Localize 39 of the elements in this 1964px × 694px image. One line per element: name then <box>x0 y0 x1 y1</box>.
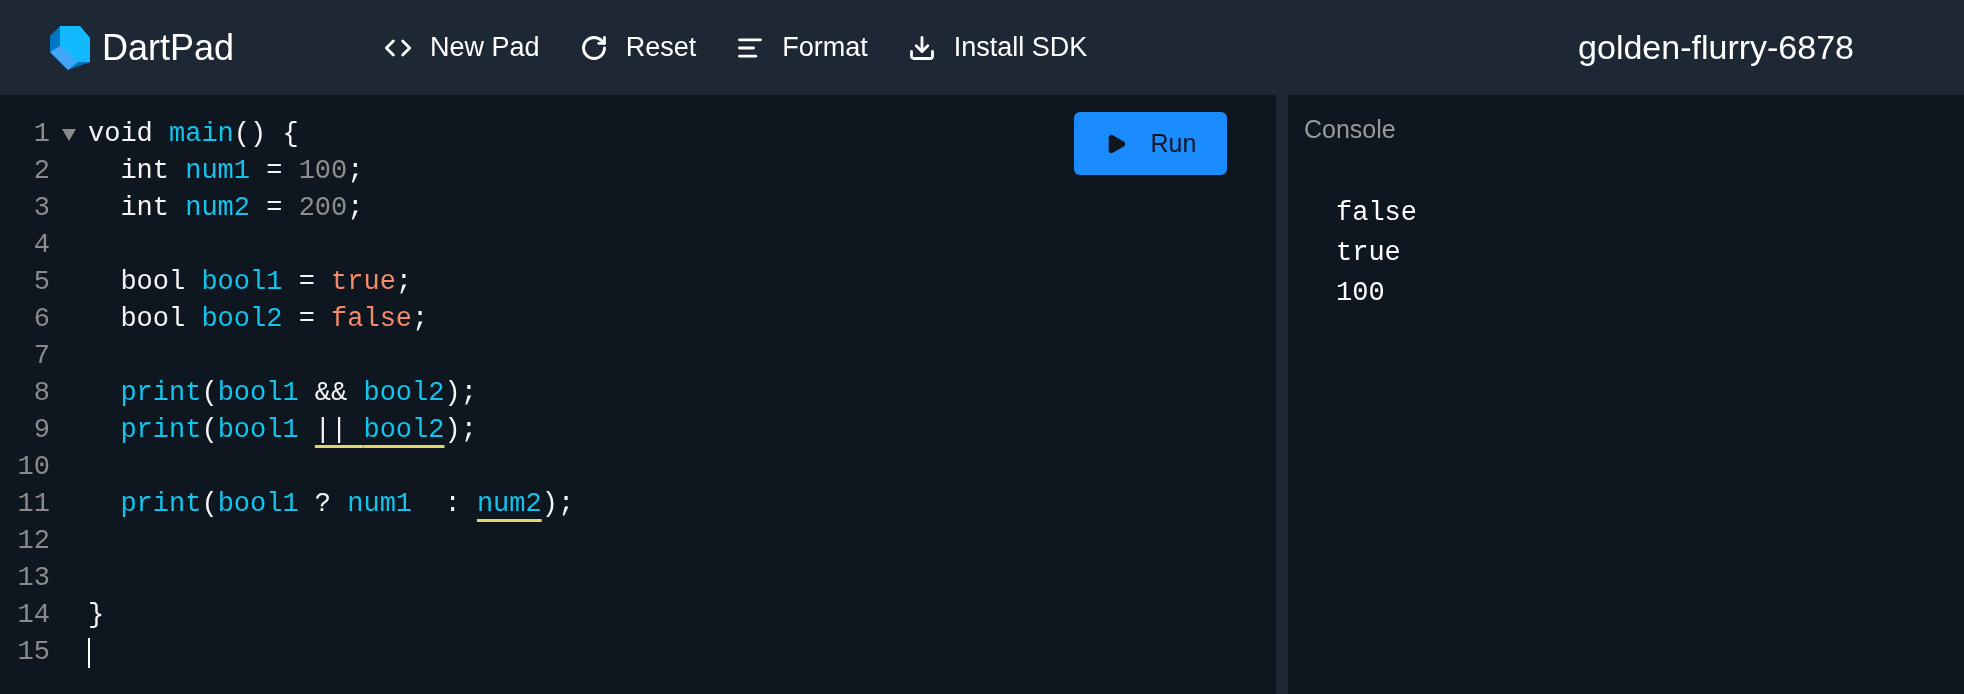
console-output-line: false <box>1336 196 1418 230</box>
code-line: print(bool1 || bool2); <box>119 417 477 444</box>
code-line: int num2 = 200; <box>119 195 364 222</box>
line-number: 11 <box>16 491 50 518</box>
line-number: 15 <box>16 639 50 666</box>
code-line: int num1 = 100; <box>119 158 364 185</box>
refresh-icon <box>579 33 608 62</box>
line-number: 10 <box>16 454 50 481</box>
code-line: bool bool2 = false; <box>119 306 429 333</box>
code-line: void main() { <box>88 121 299 148</box>
line-number: 14 <box>16 602 50 629</box>
toolbar-button[interactable]: Reset <box>579 27 697 68</box>
console-title: Console <box>1304 114 1397 145</box>
line-number: 6 <box>32 306 50 333</box>
toolbar-button[interactable]: Install SDK <box>907 27 1088 68</box>
line-number: 7 <box>32 343 50 370</box>
logo-icon <box>50 25 90 70</box>
line-number: 4 <box>32 232 50 259</box>
app-name: DartPad <box>102 25 235 70</box>
console-output-line: 100 <box>1336 276 1386 310</box>
console-output-line: true <box>1336 236 1402 270</box>
pad-name: golden-flurry-6878 <box>1578 27 1854 68</box>
line-number: 12 <box>16 528 50 555</box>
line-number: 3 <box>32 195 50 222</box>
line-number: 2 <box>32 158 50 185</box>
line-number: 9 <box>32 417 50 444</box>
download-icon <box>907 33 936 62</box>
line-number: 8 <box>32 380 50 407</box>
code-line: print(bool1 ? num1 : num2); <box>119 491 575 518</box>
line-number: 13 <box>16 565 50 592</box>
code-line: } <box>88 602 105 629</box>
toolbar-button[interactable]: Format <box>736 27 868 68</box>
code-line: bool bool1 = true; <box>119 269 413 296</box>
code-line: print(bool1 && bool2); <box>119 380 477 407</box>
line-number: 5 <box>32 269 50 296</box>
line-number: 1 <box>32 121 50 148</box>
run-button[interactable]: Run <box>1074 112 1227 175</box>
toolbar-button[interactable]: New Pad <box>384 27 540 68</box>
fold-triangle-icon[interactable] <box>62 128 76 141</box>
